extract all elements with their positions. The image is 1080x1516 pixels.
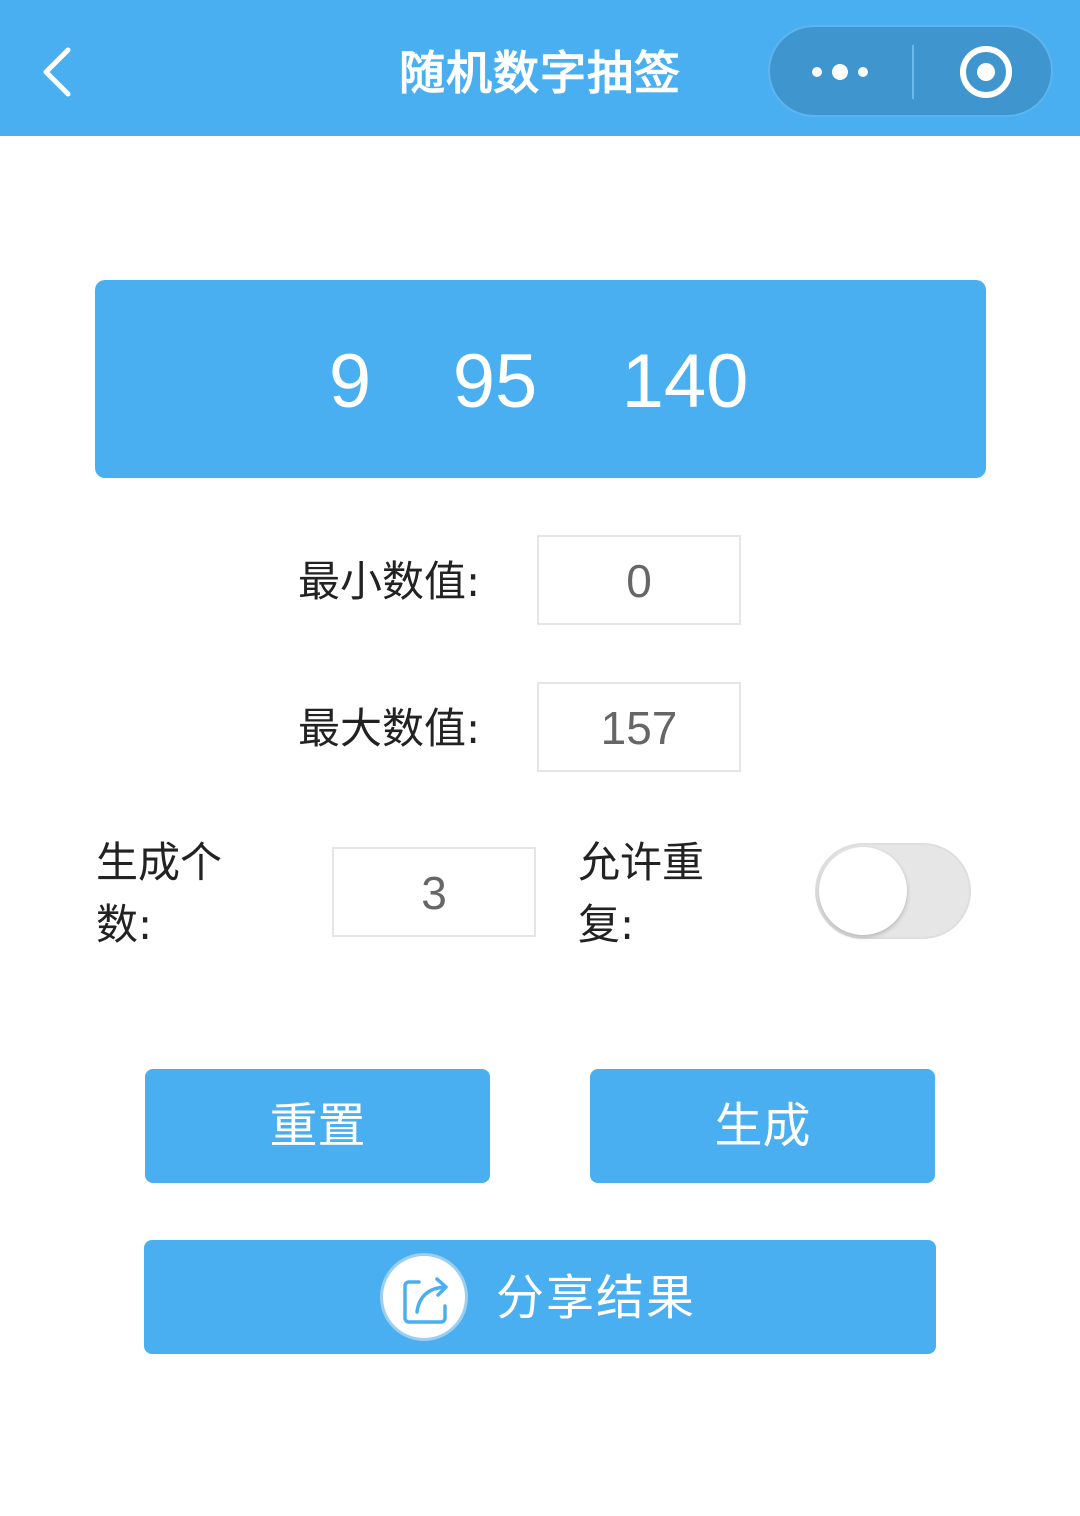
result-number: 9 bbox=[328, 339, 372, 424]
share-result-button[interactable]: 分享结果 bbox=[144, 1240, 936, 1354]
result-number: 140 bbox=[621, 339, 749, 424]
toggle-knob bbox=[819, 847, 907, 935]
back-button[interactable] bbox=[30, 36, 90, 106]
close-mini-program-button[interactable] bbox=[914, 27, 1052, 115]
mini-program-capsule bbox=[768, 25, 1053, 117]
more-button[interactable] bbox=[770, 27, 912, 115]
result-number: 95 bbox=[452, 339, 538, 424]
share-icon bbox=[380, 1253, 468, 1341]
chevron-left-icon bbox=[43, 47, 71, 97]
more-dots-icon bbox=[812, 64, 868, 80]
allow-repeat-label: 允许重复: bbox=[578, 838, 705, 949]
nav-bar: 随机数字抽签 bbox=[0, 0, 1080, 136]
count-input[interactable]: 3 bbox=[332, 847, 536, 937]
allow-repeat-toggle[interactable] bbox=[815, 843, 971, 939]
max-value-label: 最大数值: bbox=[298, 704, 481, 753]
max-value-input[interactable]: 157 bbox=[537, 682, 741, 772]
share-result-label: 分享结果 bbox=[496, 1270, 697, 1326]
min-value-input[interactable]: 0 bbox=[537, 535, 741, 625]
min-value-label: 最小数值: bbox=[298, 557, 481, 606]
target-circle-icon bbox=[960, 46, 1012, 98]
result-panel: 9 95 140 bbox=[95, 280, 986, 478]
page-title: 随机数字抽签 bbox=[399, 46, 681, 100]
count-label: 生成个数: bbox=[96, 838, 223, 949]
generate-button[interactable]: 生成 bbox=[590, 1069, 935, 1183]
reset-button[interactable]: 重置 bbox=[145, 1069, 490, 1183]
